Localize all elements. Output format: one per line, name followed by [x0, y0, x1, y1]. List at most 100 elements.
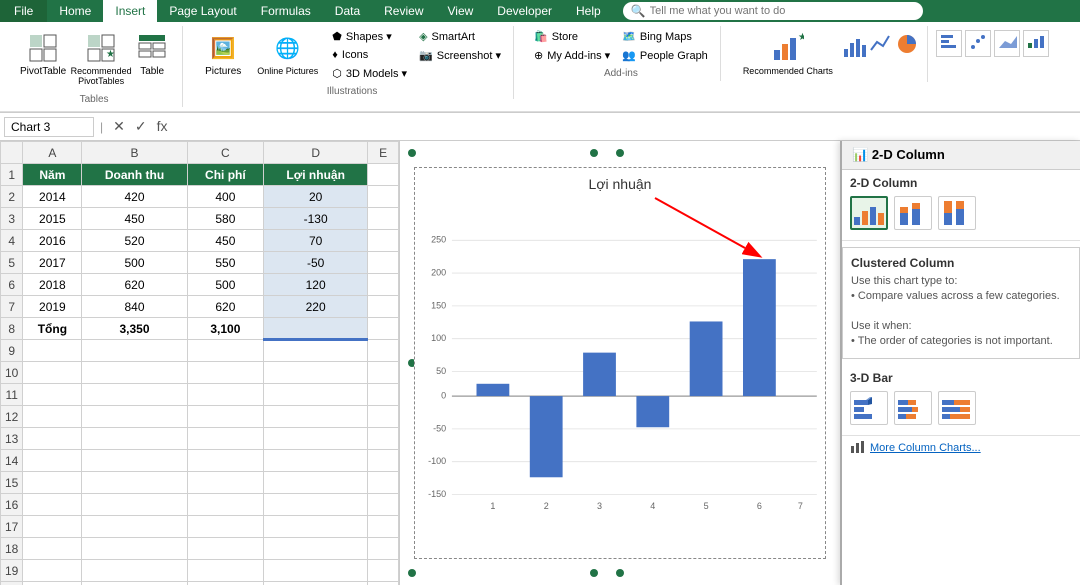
- tab-insert[interactable]: Insert: [103, 0, 157, 22]
- cell-c9[interactable]: [187, 340, 264, 362]
- cell-a7[interactable]: 2019: [23, 296, 82, 318]
- 3d-stacked-bar-icon[interactable]: [894, 391, 932, 425]
- tab-view[interactable]: View: [436, 0, 486, 22]
- cancel-formula-icon[interactable]: ✕: [109, 117, 129, 136]
- selection-handle-tm[interactable]: [616, 149, 624, 157]
- name-box[interactable]: Chart 3: [4, 117, 94, 137]
- waterfall-chart-button[interactable]: [1023, 30, 1049, 57]
- col-header-c[interactable]: C: [187, 142, 264, 164]
- cell-c5[interactable]: 550: [187, 252, 264, 274]
- cell-e4[interactable]: [368, 230, 399, 252]
- cell-c8[interactable]: 3,100: [187, 318, 264, 340]
- selection-handle-bm[interactable]: [616, 569, 624, 577]
- stacked-column-icon[interactable]: [894, 196, 932, 230]
- more-column-charts-link[interactable]: More Column Charts...: [842, 436, 1080, 461]
- search-box[interactable]: 🔍: [623, 2, 923, 20]
- column-chart-button[interactable]: [843, 32, 867, 59]
- cell-d8[interactable]: [264, 318, 368, 340]
- cell-d9[interactable]: [264, 340, 368, 362]
- col-header-b[interactable]: B: [82, 142, 187, 164]
- cell-e6[interactable]: [368, 274, 399, 296]
- formula-input[interactable]: [175, 118, 1076, 136]
- tab-data[interactable]: Data: [323, 0, 372, 22]
- area-chart-button[interactable]: [994, 30, 1020, 57]
- pie-chart-button[interactable]: [895, 32, 919, 59]
- tab-developer[interactable]: Developer: [485, 0, 564, 22]
- store-button[interactable]: 🛍️ Store: [530, 28, 614, 45]
- line-chart-button[interactable]: [869, 32, 893, 59]
- cell-b1[interactable]: Doanh thu: [82, 164, 187, 186]
- cell-a6[interactable]: 2018: [23, 274, 82, 296]
- cell-e2[interactable]: [368, 186, 399, 208]
- tab-home[interactable]: Home: [47, 0, 103, 22]
- 3d-models-button[interactable]: ⬡ 3D Models ▾: [328, 65, 411, 82]
- cell-c7[interactable]: 620: [187, 296, 264, 318]
- cell-b3[interactable]: 450: [82, 208, 187, 230]
- col-header-a[interactable]: A: [23, 142, 82, 164]
- clustered-column-icon[interactable]: [850, 196, 888, 230]
- tab-formulas[interactable]: Formulas: [249, 0, 323, 22]
- screenshot-button[interactable]: 📷 Screenshot ▾: [415, 47, 505, 64]
- shapes-button[interactable]: ⬟ Shapes ▾: [328, 28, 411, 45]
- cell-b2[interactable]: 420: [82, 186, 187, 208]
- cell-b8[interactable]: 3,350: [82, 318, 187, 340]
- col-header-d[interactable]: D: [264, 142, 368, 164]
- bing-maps-button[interactable]: 🗺️ Bing Maps: [618, 28, 712, 45]
- 100pct-column-icon[interactable]: [938, 196, 976, 230]
- cell-a4[interactable]: 2016: [23, 230, 82, 252]
- cell-a5[interactable]: 2017: [23, 252, 82, 274]
- selection-handle-tr[interactable]: [590, 149, 598, 157]
- cell-b6[interactable]: 620: [82, 274, 187, 296]
- cell-d5[interactable]: -50: [264, 252, 368, 274]
- icons-button[interactable]: ♦ Icons: [328, 47, 411, 63]
- cell-a1[interactable]: Năm: [23, 164, 82, 186]
- tab-help[interactable]: Help: [564, 0, 613, 22]
- selection-handle-bl[interactable]: [408, 569, 416, 577]
- cell-d3[interactable]: -130: [264, 208, 368, 230]
- search-input[interactable]: [650, 5, 915, 17]
- pivot-table-button[interactable]: PivotTable: [14, 28, 72, 81]
- cell-c6[interactable]: 500: [187, 274, 264, 296]
- cell-a10[interactable]: [23, 362, 82, 384]
- online-pictures-button[interactable]: 🌐 Online Pictures: [251, 28, 324, 80]
- pictures-button[interactable]: 🖼️ Pictures: [199, 28, 247, 81]
- cell-c1[interactable]: Chi phí: [187, 164, 264, 186]
- insert-function-icon[interactable]: fx: [153, 117, 172, 136]
- cell-c4[interactable]: 450: [187, 230, 264, 252]
- bar-chart-small-button[interactable]: [936, 30, 962, 57]
- cell-a8[interactable]: Tổng: [23, 318, 82, 340]
- cell-d1[interactable]: Lợi nhuận: [264, 164, 368, 186]
- cell-d2[interactable]: 20: [264, 186, 368, 208]
- recommended-charts-button[interactable]: ★ Recommended Charts: [737, 28, 839, 80]
- cell-e9[interactable]: [368, 340, 399, 362]
- table-button[interactable]: Table: [130, 28, 174, 81]
- cell-a2[interactable]: 2014: [23, 186, 82, 208]
- cell-c3[interactable]: 580: [187, 208, 264, 230]
- cell-e3[interactable]: [368, 208, 399, 230]
- confirm-formula-icon[interactable]: ✓: [131, 117, 151, 136]
- selection-handle-br[interactable]: [590, 569, 598, 577]
- cell-b5[interactable]: 500: [82, 252, 187, 274]
- smartart-button[interactable]: ◈ SmartArt: [415, 28, 505, 45]
- tab-review[interactable]: Review: [372, 0, 435, 22]
- col-header-e[interactable]: E: [368, 142, 399, 164]
- cell-a3[interactable]: 2015: [23, 208, 82, 230]
- 3d-clustered-bar-icon[interactable]: [850, 391, 888, 425]
- 3d-100pct-bar-icon[interactable]: [938, 391, 976, 425]
- tab-file[interactable]: File: [0, 0, 47, 22]
- cell-d7[interactable]: 220: [264, 296, 368, 318]
- recommended-pivot-button[interactable]: ★ Recommended PivotTables: [76, 28, 126, 90]
- cell-e8[interactable]: [368, 318, 399, 340]
- tab-page-layout[interactable]: Page Layout: [157, 0, 248, 22]
- cell-d4[interactable]: 70: [264, 230, 368, 252]
- cell-b4[interactable]: 520: [82, 230, 187, 252]
- cell-e5[interactable]: [368, 252, 399, 274]
- cell-b7[interactable]: 840: [82, 296, 187, 318]
- scatter-chart-button[interactable]: [965, 30, 991, 57]
- cell-b9[interactable]: [82, 340, 187, 362]
- cell-e1[interactable]: [368, 164, 399, 186]
- cell-a9[interactable]: [23, 340, 82, 362]
- cell-e7[interactable]: [368, 296, 399, 318]
- my-addins-button[interactable]: ⊕ My Add-ins ▾: [530, 47, 614, 64]
- cell-d6[interactable]: 120: [264, 274, 368, 296]
